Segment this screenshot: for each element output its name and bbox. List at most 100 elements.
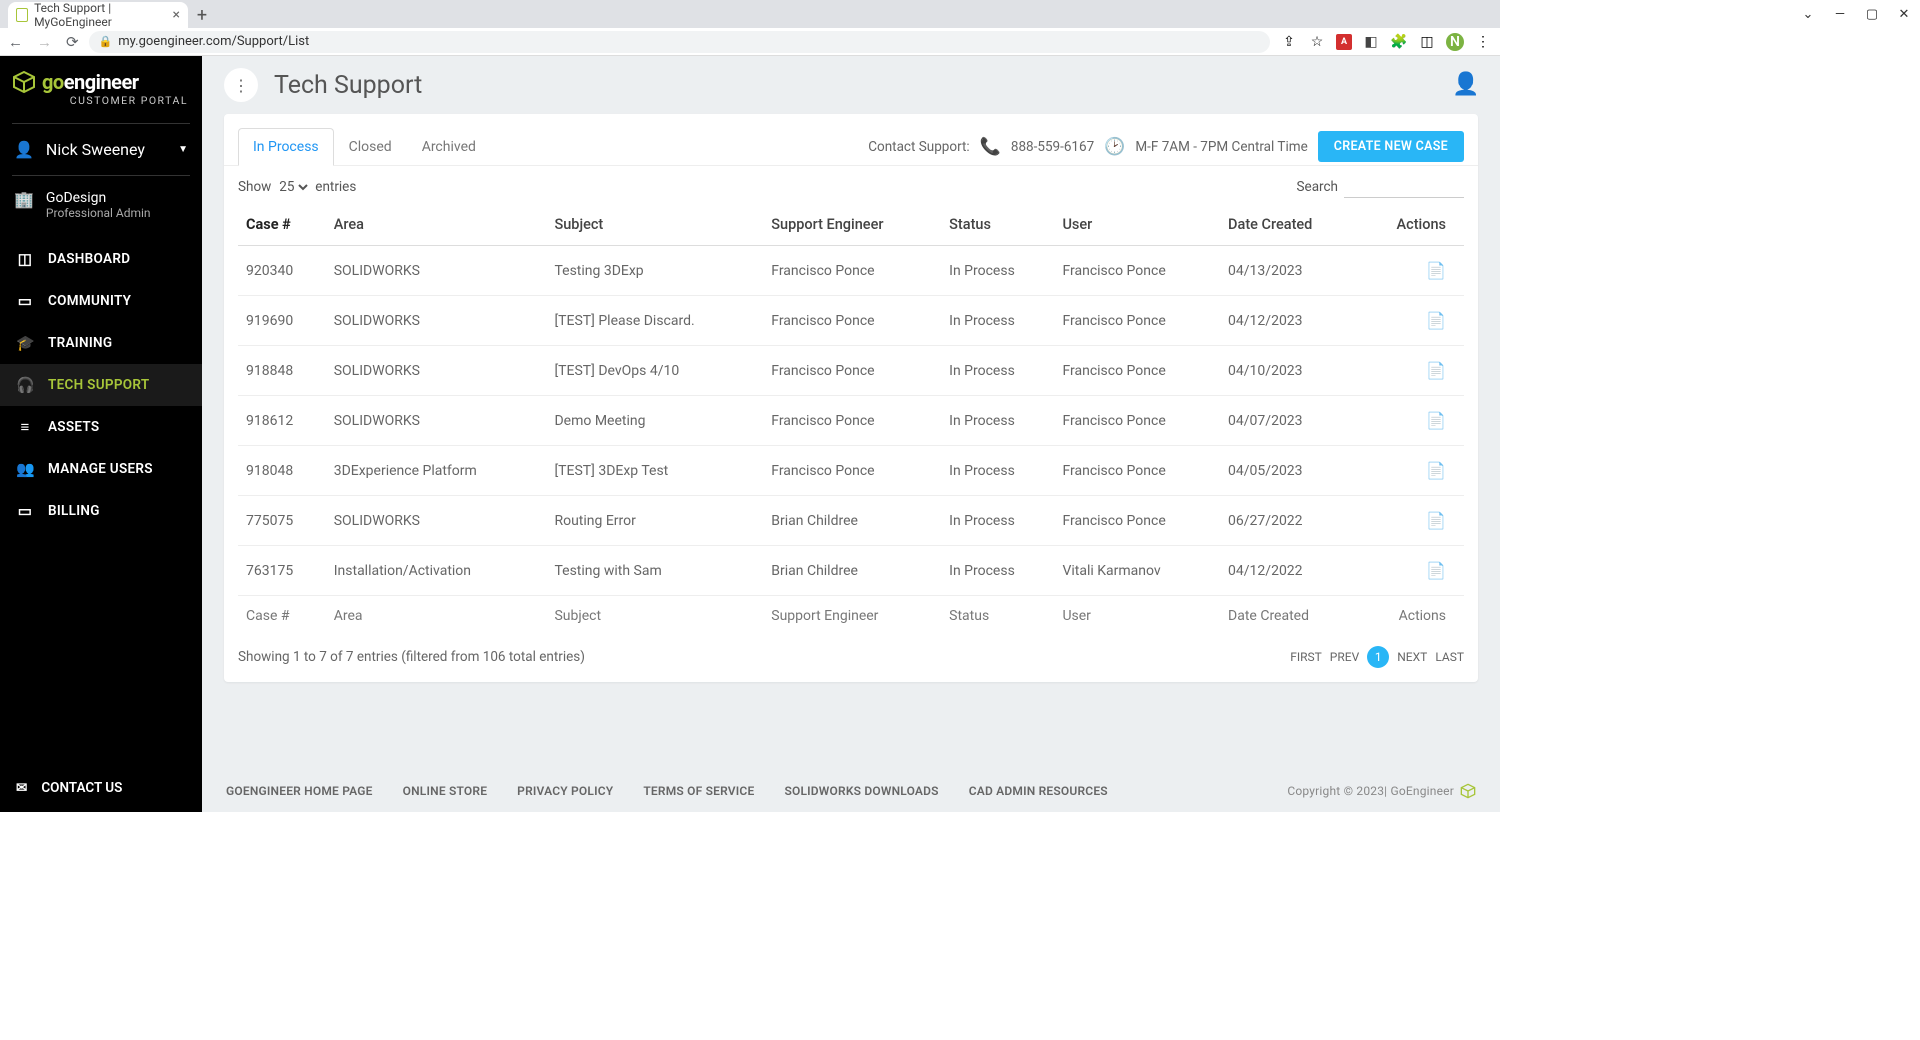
- document-icon[interactable]: 📄: [1426, 361, 1446, 380]
- tab-in-process[interactable]: In Process: [238, 128, 334, 166]
- col-status[interactable]: Status: [941, 204, 1054, 246]
- document-icon[interactable]: 📄: [1426, 461, 1446, 480]
- share-icon[interactable]: ⇪: [1280, 33, 1298, 51]
- fcol: Actions: [1359, 596, 1464, 637]
- portal-subtitle: CUSTOMER PORTAL: [12, 94, 190, 107]
- sidebar-item-manage-users[interactable]: 👥MANAGE USERS: [0, 448, 202, 490]
- more-button[interactable]: ⋮: [224, 68, 258, 102]
- sidebar-item-dashboard[interactable]: ◫DASHBOARD: [0, 238, 202, 280]
- panel-icon[interactable]: ◫: [1418, 33, 1436, 51]
- user-name: Nick Sweeney: [46, 140, 145, 159]
- footer-link[interactable]: GOENGINEER HOME PAGE: [226, 784, 373, 798]
- phone-number: 888-559-6167: [1011, 139, 1094, 155]
- star-icon[interactable]: ☆: [1308, 33, 1326, 51]
- col-area[interactable]: Area: [326, 204, 547, 246]
- cell-engineer: Francisco Ponce: [763, 446, 941, 496]
- cell-case: 775075: [238, 496, 326, 546]
- tab-close-icon[interactable]: ×: [173, 7, 180, 23]
- tab-closed[interactable]: Closed: [334, 128, 407, 165]
- sidebar-item-tech-support[interactable]: 🎧 TECH SUPPORT: [0, 364, 202, 406]
- reload-icon[interactable]: ⟳: [66, 33, 79, 51]
- document-icon[interactable]: 📄: [1426, 261, 1446, 280]
- cell-date: 04/13/2023: [1220, 246, 1359, 296]
- footer-link[interactable]: PRIVACY POLICY: [517, 784, 613, 798]
- footer-link[interactable]: TERMS OF SERVICE: [643, 784, 754, 798]
- pager-next[interactable]: NEXT: [1397, 650, 1427, 664]
- close-window-icon[interactable]: ✕: [1892, 4, 1916, 24]
- tab-archived[interactable]: Archived: [407, 128, 491, 165]
- extensions-icon[interactable]: 🧩: [1390, 33, 1408, 51]
- back-icon[interactable]: ←: [8, 33, 23, 51]
- col-date-created[interactable]: Date Created: [1220, 204, 1359, 246]
- maximize-icon[interactable]: ▢: [1860, 4, 1884, 24]
- ext-icon[interactable]: ◧: [1362, 33, 1380, 51]
- footer-link[interactable]: SOLIDWORKS DOWNLOADS: [784, 784, 938, 798]
- address-bar[interactable]: 🔒 my.goengineer.com/Support/List: [89, 31, 1270, 53]
- cell-date: 04/10/2023: [1220, 346, 1359, 396]
- menu-icon[interactable]: ⋮: [1474, 33, 1492, 51]
- pager-page[interactable]: 1: [1367, 646, 1389, 668]
- chevron-down-icon: ▼: [178, 144, 188, 155]
- forward-icon[interactable]: →: [37, 33, 52, 51]
- footer-link[interactable]: CAD ADMIN RESOURCES: [969, 784, 1108, 798]
- nav-icon: 🎧: [16, 376, 34, 394]
- browser-tab[interactable]: Tech Support | MyGoEngineer ×: [8, 2, 188, 28]
- sidebar-item-assets[interactable]: ≡ASSETS: [0, 406, 202, 448]
- create-new-case-button[interactable]: CREATE NEW CASE: [1318, 131, 1464, 162]
- cell-area: SOLIDWORKS: [326, 246, 547, 296]
- nav-label: BILLING: [48, 503, 100, 519]
- contact-us-button[interactable]: ✉ CONTACT US: [0, 764, 202, 812]
- col-subject[interactable]: Subject: [546, 204, 763, 246]
- cell-subject: [TEST] 3DExp Test: [546, 446, 763, 496]
- pager-first[interactable]: FIRST: [1290, 650, 1322, 664]
- cell-user: Francisco Ponce: [1054, 296, 1220, 346]
- cell-actions: 📄: [1359, 396, 1464, 446]
- table-row: 918048 3DExperience Platform [TEST] 3DEx…: [238, 446, 1464, 496]
- cell-user: Vitali Karmanov: [1054, 546, 1220, 596]
- cell-status: In Process: [941, 296, 1054, 346]
- col-support-engineer[interactable]: Support Engineer: [763, 204, 941, 246]
- nav-label: TECH SUPPORT: [48, 377, 149, 393]
- document-icon[interactable]: 📄: [1426, 411, 1446, 430]
- col-user[interactable]: User: [1054, 204, 1220, 246]
- document-icon[interactable]: 📄: [1426, 511, 1446, 530]
- chevron-down-icon[interactable]: ⌄: [1796, 4, 1820, 24]
- document-icon[interactable]: 📄: [1426, 561, 1446, 580]
- cell-area: SOLIDWORKS: [326, 496, 547, 546]
- cell-subject: Demo Meeting: [546, 396, 763, 446]
- footer-link[interactable]: ONLINE STORE: [403, 784, 488, 798]
- cell-user: Francisco Ponce: [1054, 396, 1220, 446]
- cell-area: SOLIDWORKS: [326, 346, 547, 396]
- logo-rest: engineer: [64, 70, 139, 94]
- sidebar-item-community[interactable]: ▭COMMUNITY: [0, 280, 202, 322]
- account-icon[interactable]: 👤: [1452, 72, 1478, 98]
- search-input[interactable]: [1344, 176, 1464, 198]
- cell-date: 04/12/2022: [1220, 546, 1359, 596]
- pager-last[interactable]: LAST: [1435, 650, 1464, 664]
- cell-status: In Process: [941, 496, 1054, 546]
- nav-label: MANAGE USERS: [48, 461, 153, 477]
- user-menu[interactable]: 👤 Nick Sweeney ▼: [0, 130, 202, 169]
- pager-prev[interactable]: PREV: [1330, 650, 1359, 664]
- document-icon[interactable]: 📄: [1426, 311, 1446, 330]
- entries-select[interactable]: 25: [275, 178, 311, 196]
- building-icon: 🏢: [14, 190, 34, 220]
- fcol: Case #: [238, 596, 326, 637]
- sidebar-item-training[interactable]: 🎓TRAINING: [0, 322, 202, 364]
- sidebar-item-billing[interactable]: ▭ BILLING: [0, 490, 202, 532]
- cell-subject: [TEST] Please Discard.: [546, 296, 763, 346]
- minimize-icon[interactable]: —: [1828, 4, 1852, 24]
- showing-text: Showing 1 to 7 of 7 entries (filtered fr…: [238, 649, 585, 665]
- new-tab-button[interactable]: +: [188, 2, 216, 28]
- col-actions[interactable]: Actions: [1359, 204, 1464, 246]
- mail-icon: ✉: [16, 780, 27, 796]
- profile-avatar[interactable]: N: [1446, 33, 1464, 51]
- cell-engineer: Francisco Ponce: [763, 396, 941, 446]
- cell-area: SOLIDWORKS: [326, 396, 547, 446]
- col-case-[interactable]: Case #: [238, 204, 326, 246]
- fcol: Area: [326, 596, 547, 637]
- nav-icon: ▭: [16, 502, 34, 520]
- logo[interactable]: goengineer CUSTOMER PORTAL: [0, 56, 202, 117]
- pdf-ext-icon[interactable]: A: [1336, 34, 1352, 50]
- favicon-icon: [16, 8, 28, 22]
